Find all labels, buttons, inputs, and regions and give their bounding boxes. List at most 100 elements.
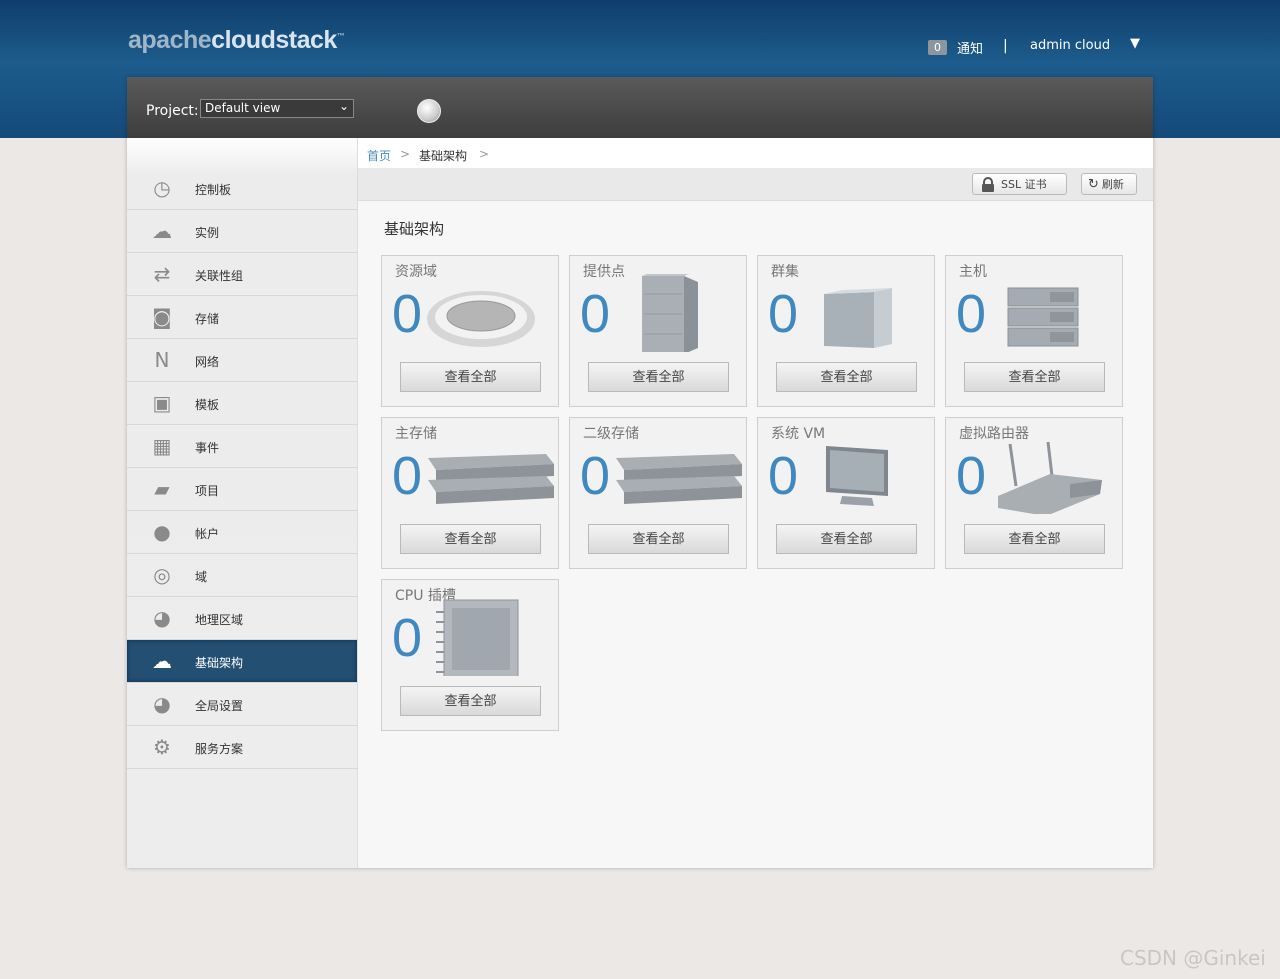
refresh-button[interactable]: ↻ 刷新 [1081,173,1137,195]
cpu-icon [436,599,519,676]
view-all-button[interactable]: 查看全部 [588,524,729,554]
notifications-button[interactable]: 0 通知 [928,38,983,57]
template-icon: ▣ [152,391,172,415]
sidebar-item-domains[interactable]: ◎ 域 [127,554,357,597]
sidebar-item-label: 项目 [195,484,220,498]
sidebar-item-label: 帐户 [195,527,220,541]
main-panel: Project: Default view ⌄ ◷ 控制板 ☁ 实例 ⇄ 关联性… [127,77,1153,868]
storage-icon: ◙ [152,305,172,329]
logo-cloudstack: cloudstack [211,26,337,54]
view-all-button[interactable]: 查看全部 [776,524,917,554]
host-icon [1007,287,1079,347]
sidebar-item-service-offerings[interactable]: ⚙ 服务方案 [127,726,357,769]
card-clusters: 群集 0 查看全部 [757,255,935,407]
affinity-icon: ⇄ [153,262,171,286]
sidebar-item-label: 基础架构 [195,656,244,670]
domain-icon: ◎ [153,563,171,587]
notifications-label: 通知 [957,42,984,57]
view-all-button[interactable]: 查看全部 [400,686,541,716]
secondary-storage-icon [616,454,742,504]
sidebar-item-storage[interactable]: ◙ 存储 [127,296,357,339]
card-title: 群集 [771,264,799,280]
user-menu-caret-icon[interactable]: ▼ [1130,36,1140,51]
sidebar-item-label: 事件 [195,441,220,455]
sidebar-item-affinity-groups[interactable]: ⇄ 关联性组 [127,253,357,296]
card-count[interactable]: 0 [956,284,986,344]
monitor-icon [826,446,888,506]
view-all-button[interactable]: 查看全部 [964,524,1105,554]
sidebar-item-regions[interactable]: ◕ 地理区域 [127,597,357,640]
sidebar-item-projects[interactable]: ▰ 项目 [127,468,357,511]
zone-icon [427,291,535,347]
ssl-button-label: SSL 证书 [1001,178,1047,191]
folder-icon: ▰ [154,477,170,501]
sidebar-item-infrastructure[interactable]: ☁ 基础架构 [127,640,357,683]
sidebar-item-label: 实例 [195,226,220,240]
card-primary-storage: 主存储 0 查看全部 [381,417,559,569]
sidebar-item-events[interactable]: ▦ 事件 [127,425,357,468]
card-count[interactable]: 0 [392,446,422,506]
card-zones: 资源域 0 查看全部 [381,255,559,407]
card-count[interactable]: 0 [768,284,798,344]
view-all-button[interactable]: 查看全部 [400,524,541,554]
card-hosts: 主机 0 查看全部 [945,255,1123,407]
refresh-icon: ↻ [1088,176,1099,192]
card-count[interactable]: 0 [956,446,986,506]
view-all-button[interactable]: 查看全部 [776,362,917,392]
card-count[interactable]: 0 [392,608,422,668]
lock-icon [982,176,994,192]
card-cpu-sockets: CPU 插槽 0 查看全部 [381,579,559,731]
sidebar-item-label: 域 [195,570,208,584]
card-count[interactable]: 0 [768,446,798,506]
sidebar-item-label: 地理区域 [195,613,244,627]
sidebar-item-global-settings[interactable]: ◕ 全局设置 [127,683,357,726]
breadcrumb-current[interactable]: 基础架构 [419,147,467,164]
gear-icon: ⚙ [153,735,171,759]
view-all-button[interactable]: 查看全部 [400,362,541,392]
sidebar-item-label: 存储 [195,312,220,326]
breadcrumb-separator: > [479,147,490,161]
view-all-button[interactable]: 查看全部 [964,362,1105,392]
header-divider: | [1003,38,1008,54]
sidebar-item-accounts[interactable]: ● 帐户 [127,511,357,554]
breadcrumb-home-link[interactable]: 首页 [367,147,391,164]
watermark: CSDN @Ginkei [1120,946,1266,970]
card-count[interactable]: 0 [392,284,422,344]
cloud-icon: ☁ [152,219,172,243]
calendar-icon: ▦ [152,434,172,458]
card-pods: 提供点 0 查看全部 [569,255,747,407]
refresh-button-label: 刷新 [1101,178,1124,191]
breadcrumb: 首页 > 基础架构 > [358,138,1153,168]
sidebar-item-label: 服务方案 [195,742,244,756]
router-icon [998,441,1102,514]
dashboard-icon: ◷ [153,176,171,200]
sidebar-item-label: 网络 [195,355,220,369]
app-logo[interactable]: apachecloudstack™ [128,26,345,55]
network-icon: N [154,348,170,372]
card-count[interactable]: 0 [580,284,610,344]
sidebar-item-network[interactable]: N 网络 [127,339,357,382]
sidebar-item-label: 控制板 [195,183,232,197]
project-select[interactable]: Default view ⌄ [200,99,354,118]
content-area: 首页 > 基础架构 > SSL 证书 ↻ 刷新 基础架构 资源域 0 查看全部 … [358,138,1153,868]
globe-icon[interactable] [417,99,441,123]
infrastructure-icon: ☁ [152,649,172,673]
user-menu[interactable]: admin cloud [1030,38,1110,53]
card-title: 主机 [959,264,987,280]
view-all-button[interactable]: 查看全部 [588,362,729,392]
chevron-down-icon: ⌄ [338,99,349,113]
card-count[interactable]: 0 [580,446,610,506]
page-title: 基础架构 [384,220,445,238]
sidebar-item-dashboard[interactable]: ◷ 控制板 [127,167,357,210]
sidebar-item-templates[interactable]: ▣ 模板 [127,382,357,425]
primary-storage-icon [428,454,554,504]
sidebar-item-instances[interactable]: ☁ 实例 [127,210,357,253]
card-system-vms: 系统 VM 0 查看全部 [757,417,935,569]
project-label: Project: [146,103,199,119]
notification-count-badge: 0 [928,40,947,55]
logo-apache: apache [128,26,212,54]
sidebar-item-label: 关联性组 [195,269,244,283]
ssl-certificate-button[interactable]: SSL 证书 [972,173,1067,195]
sidebar-item-label: 模板 [195,398,220,412]
project-select-value: Default view [205,101,281,115]
